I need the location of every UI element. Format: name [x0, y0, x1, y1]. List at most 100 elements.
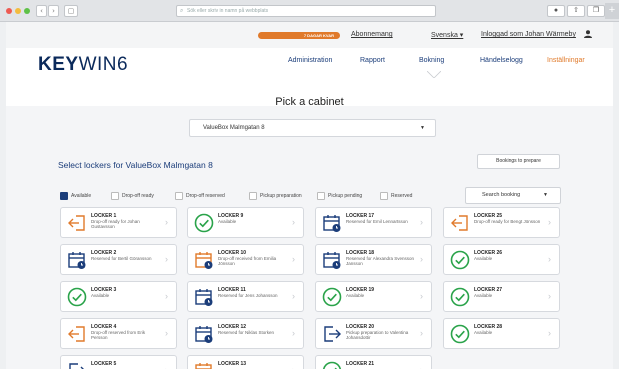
check-icon: [322, 361, 342, 369]
keywin-logo[interactable]: KEYWIN6: [38, 54, 128, 76]
chevron-right-icon: ›: [420, 254, 423, 264]
maximize-dot[interactable]: [24, 8, 30, 14]
new-tab-button[interactable]: +: [605, 3, 619, 19]
calendar-icon: [322, 213, 342, 233]
chevron-right-icon: ›: [165, 254, 168, 264]
check-icon: [450, 250, 470, 270]
back-button[interactable]: ‹: [36, 5, 47, 17]
cabinet-select[interactable]: ValueBox Malmgatan 8 ▼: [189, 119, 436, 137]
locker-name: LOCKER 13: [218, 361, 247, 367]
chevron-right-icon: ›: [292, 291, 295, 301]
locker-card[interactable]: LOCKER 10 Drop-off received from Emilia J…: [187, 244, 304, 275]
locker-card[interactable]: LOCKER 12 Reserved for Niklas Storken ›: [187, 318, 304, 349]
bookings-to-prepare-button[interactable]: Bookings to prepare: [477, 154, 560, 169]
chevron-right-icon: ›: [292, 254, 295, 264]
top-strip: 7 DAGAR KVAR Abonnemang Svenska ▾ Inlogg…: [6, 22, 613, 48]
subscription-link[interactable]: Abonnemang: [351, 31, 393, 38]
locker-name: LOCKER 21: [346, 361, 375, 367]
locker-card[interactable]: LOCKER 1 Drop-off ready for Johan Gustavs…: [60, 207, 177, 238]
locker-card[interactable]: LOCKER 17 Reserved for Emil Lennartsson ›: [315, 207, 432, 238]
pickup-icon: [322, 324, 342, 344]
trial-badge: 7 DAGAR KVAR: [258, 32, 340, 39]
calendar-icon: [194, 324, 214, 344]
filter-label: Available: [71, 193, 92, 199]
menu-handelselogg[interactable]: Händelselogg: [480, 57, 523, 64]
locker-card[interactable]: LOCKER 9 Available ›: [187, 207, 304, 238]
check-icon: [322, 287, 342, 307]
locker-card[interactable]: LOCKER 5 ›: [60, 355, 177, 369]
logo-light: WIN6: [78, 54, 129, 75]
locker-status: Available: [474, 330, 493, 335]
user-icon[interactable]: [584, 30, 592, 40]
minimize-dot[interactable]: [15, 8, 21, 14]
locker-card[interactable]: LOCKER 27 Available ›: [443, 281, 560, 312]
locker-card[interactable]: LOCKER 20 Pickup preparation to Valentina…: [315, 318, 432, 349]
tabs-icon[interactable]: ❐: [587, 5, 605, 17]
locker-status: Drop-off received from Emilia Jönsson: [218, 256, 277, 266]
checkbox-available[interactable]: [60, 192, 68, 200]
language-select[interactable]: Svenska ▾: [431, 31, 463, 39]
check-icon: [450, 324, 470, 344]
chevron-right-icon: ›: [165, 328, 168, 338]
checkbox-dropoff-reserved[interactable]: [175, 192, 183, 200]
search-booking-value: Search booking: [482, 192, 521, 198]
chevron-right-icon: ›: [165, 365, 168, 369]
calendar-orange-icon: [194, 250, 214, 270]
filter-label: Pickup preparation: [260, 193, 302, 199]
check-icon: [194, 213, 214, 233]
checkbox-pickup-pending[interactable]: [317, 192, 325, 200]
calendar-icon: [194, 287, 214, 307]
locker-card[interactable]: LOCKER 4 Drop-off reserved from Erik Pers…: [60, 318, 177, 349]
menu-administration[interactable]: Administration: [288, 57, 332, 64]
locker-card[interactable]: LOCKER 26 Available ›: [443, 244, 560, 275]
chevron-right-icon: ›: [292, 365, 295, 369]
locker-card[interactable]: LOCKER 19 Available ›: [315, 281, 432, 312]
search-icon: ⌕: [180, 8, 184, 14]
chevron-down-icon: ▼: [420, 125, 425, 131]
web-page: 7 DAGAR KVAR Abonnemang Svenska ▾ Inlogg…: [6, 22, 613, 369]
locker-status: Reserved for Alexandra Svensson Jansson: [346, 256, 415, 266]
chevron-right-icon: ›: [420, 217, 423, 227]
browser-toolbar: ‹ › ▢ ⌕ Sök eller skriv in namn på webbp…: [0, 0, 619, 22]
locker-card[interactable]: LOCKER 2 Reserved for Bertil Göransson ›: [60, 244, 177, 275]
locker-card[interactable]: LOCKER 25 Drop-off ready for Bengt Jönsso…: [443, 207, 560, 238]
filter-label: Drop-off ready: [122, 193, 154, 199]
browser-window: ‹ › ▢ ⌕ Sök eller skriv in namn på webbp…: [0, 0, 619, 369]
chevron-right-icon: ›: [548, 254, 551, 264]
locker-status: Reserved for Emil Lennartsson: [346, 219, 408, 224]
chevron-down-icon: ▼: [543, 192, 548, 198]
locker-card[interactable]: LOCKER 11 Reserved for Jens Johansson ›: [187, 281, 304, 312]
locker-card[interactable]: LOCKER 13 ›: [187, 355, 304, 369]
share-icon[interactable]: ⇧: [567, 5, 585, 17]
menu-bokning[interactable]: Bokning: [419, 57, 444, 64]
forward-button[interactable]: ›: [48, 5, 59, 17]
address-bar[interactable]: ⌕ Sök eller skriv in namn på webbplats: [176, 5, 436, 17]
checkbox-reserved[interactable]: [380, 192, 388, 200]
checkbox-dropoff-ready[interactable]: [111, 192, 119, 200]
chevron-right-icon: ›: [292, 217, 295, 227]
filter-label: Pickup pending: [328, 193, 363, 199]
chevron-right-icon: ›: [165, 291, 168, 301]
locker-status: Available: [346, 293, 365, 298]
extension-icon[interactable]: ●: [547, 5, 565, 17]
menu-rapport[interactable]: Rapport: [360, 57, 385, 64]
search-booking-dropdown[interactable]: Search booking ▼: [465, 187, 561, 204]
locker-status: Reserved for Bertil Göransson: [91, 256, 152, 261]
locker-status: Available: [474, 293, 493, 298]
locker-card[interactable]: LOCKER 28 Available ›: [443, 318, 560, 349]
checkbox-pickup-preparation[interactable]: [249, 192, 257, 200]
chevron-right-icon: ›: [292, 328, 295, 338]
locker-status: Drop-off reserved from Erik Persson: [91, 330, 146, 340]
locker-status: Available: [474, 256, 493, 261]
locker-card[interactable]: LOCKER 3 Available ›: [60, 281, 177, 312]
chevron-right-icon: ›: [420, 291, 423, 301]
page-title: Pick a cabinet: [275, 96, 344, 108]
logged-in-link[interactable]: Inloggad som Johan Wärmeby: [481, 31, 576, 38]
sidebar-toggle-button[interactable]: ▢: [64, 5, 78, 17]
close-dot[interactable]: [6, 8, 12, 14]
locker-card[interactable]: LOCKER 21 ›: [315, 355, 432, 369]
dropoff-icon: [450, 213, 470, 233]
locker-status: Reserved for Jens Johansson: [218, 293, 278, 298]
menu-installningar[interactable]: Inställningar: [547, 57, 585, 64]
locker-card[interactable]: LOCKER 18 Reserved for Alexandra Svensson…: [315, 244, 432, 275]
